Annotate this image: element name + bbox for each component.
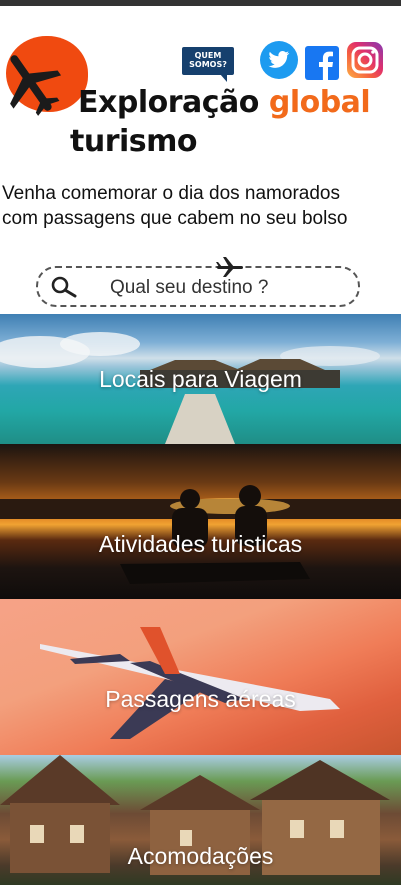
- about-us-label-line2: SOMOS?: [189, 60, 227, 69]
- title-part1: Exploração: [78, 85, 269, 120]
- speech-bubble-tail: [220, 74, 227, 82]
- promo-line1: Venha comemorar o dia dos namorados: [2, 183, 340, 204]
- about-us-button[interactable]: QUEM SOMOS?: [182, 47, 234, 82]
- search-placeholder: Qual seu destino ?: [110, 277, 269, 298]
- category-label: Atividades turisticas: [98, 531, 303, 557]
- facebook-icon[interactable]: [305, 44, 339, 82]
- category-tile-acomodacoes[interactable]: Acomodações: [0, 755, 401, 885]
- title-line2: turismo: [70, 124, 198, 159]
- instagram-icon[interactable]: [346, 41, 384, 79]
- category-tile-atividades[interactable]: Atividades turisticas: [0, 444, 401, 599]
- about-us-label-line1: QUEM: [194, 51, 222, 60]
- airplane-icon: [10, 55, 62, 116]
- category-label: Passagens aéreas: [105, 686, 296, 712]
- search-field[interactable]: Qual seu destino ?: [36, 257, 360, 307]
- promo-line2: com passagens que cabem no seu bolso: [2, 208, 348, 229]
- search-icon[interactable]: [50, 276, 78, 298]
- canoe-sunset-illustration: [0, 485, 401, 584]
- category-tile-locais[interactable]: Locais para Viagem: [0, 314, 401, 444]
- promo-text: Venha comemorar o dia dos namorados com …: [2, 181, 401, 231]
- category-label: Acomodações: [127, 843, 274, 869]
- title-accent: global: [268, 85, 371, 120]
- top-bar: [0, 0, 401, 6]
- category-tile-passagens[interactable]: Passagens aéreas: [0, 599, 401, 755]
- twitter-icon[interactable]: [259, 41, 299, 79]
- category-label: Locais para Viagem: [99, 366, 302, 392]
- airplane-icon: [216, 257, 243, 277]
- brand-logo[interactable]: [0, 36, 90, 116]
- airplane-photo-illustration: [40, 627, 340, 739]
